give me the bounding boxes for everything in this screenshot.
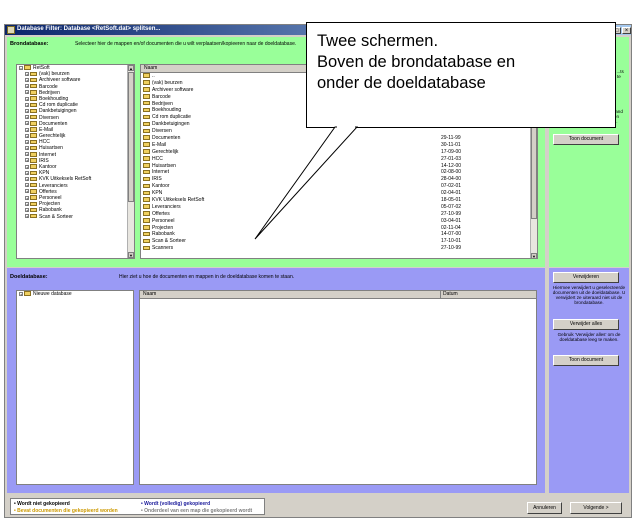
callout-pointer bbox=[254, 126, 359, 240]
